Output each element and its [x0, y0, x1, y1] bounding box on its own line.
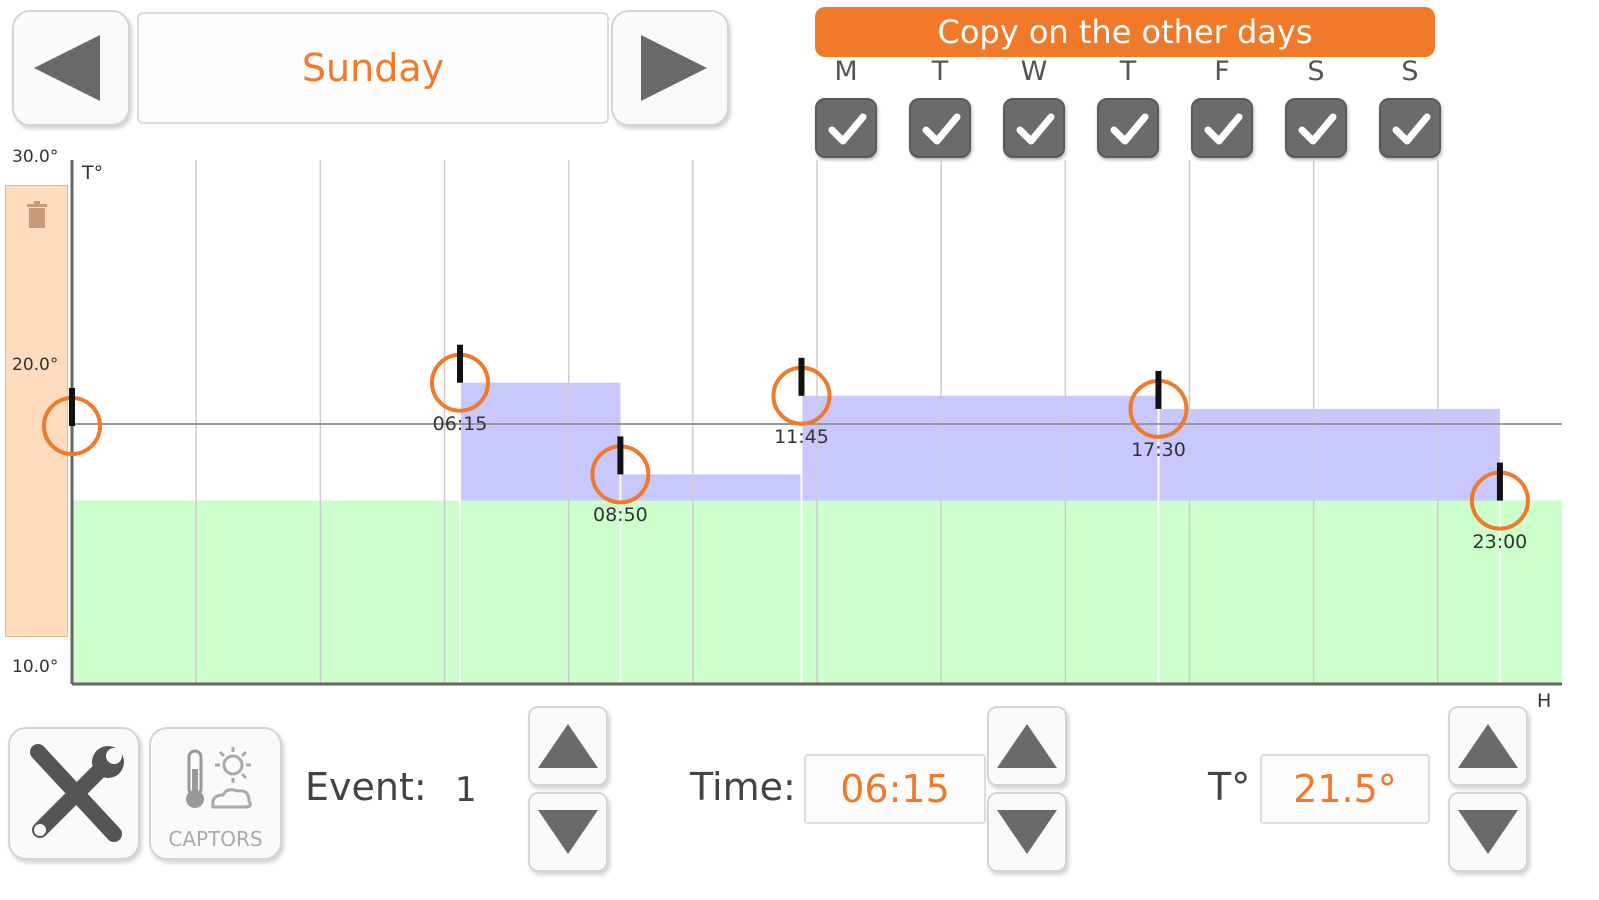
thermometer-marker-icon: [617, 436, 624, 475]
arrow-up-icon: [1458, 724, 1518, 768]
thermometer-marker-icon: [457, 344, 464, 383]
temperature-label: T°: [1208, 765, 1251, 809]
event-time-label: 11:45: [774, 425, 829, 448]
event-number: 1: [455, 770, 477, 810]
thermometer-marker-icon: [1496, 462, 1503, 501]
thermometer-marker-icon: [798, 357, 805, 396]
thermometer-marker-icon: [69, 388, 75, 426]
arrow-up-icon: [538, 724, 598, 768]
time-up-button[interactable]: [987, 706, 1067, 786]
arrow-up-icon: [997, 724, 1057, 768]
event-down-button[interactable]: [528, 792, 608, 872]
wrench-screwdriver-icon: [30, 744, 124, 842]
event-up-button[interactable]: [528, 706, 608, 786]
event-time-label: 06:15: [432, 412, 488, 435]
arrow-down-icon: [997, 810, 1057, 854]
captors-button[interactable]: CAPTORS: [149, 727, 282, 860]
event-time-label: 23:00: [1472, 530, 1528, 553]
thermometer-sun-cloud-icon: [186, 747, 252, 809]
time-down-button[interactable]: [987, 792, 1067, 872]
time-field[interactable]: 06:15: [804, 754, 986, 824]
schedule-chart[interactable]: [0, 0, 1599, 700]
arrow-down-icon: [538, 810, 598, 854]
arrow-down-icon: [1458, 810, 1518, 854]
temperature-field[interactable]: 21.5°: [1260, 754, 1430, 824]
event-time-label: 17:30: [1131, 438, 1186, 461]
temperature-up-button[interactable]: [1448, 706, 1528, 786]
settings-button[interactable]: [8, 727, 140, 860]
event-label: Event:: [305, 765, 427, 809]
time-label: Time:: [690, 765, 796, 809]
event-time-label: 08:50: [593, 504, 648, 527]
temperature-down-button[interactable]: [1448, 792, 1528, 872]
captors-label: CAPTORS: [168, 827, 263, 851]
thermometer-marker-icon: [1155, 370, 1162, 409]
